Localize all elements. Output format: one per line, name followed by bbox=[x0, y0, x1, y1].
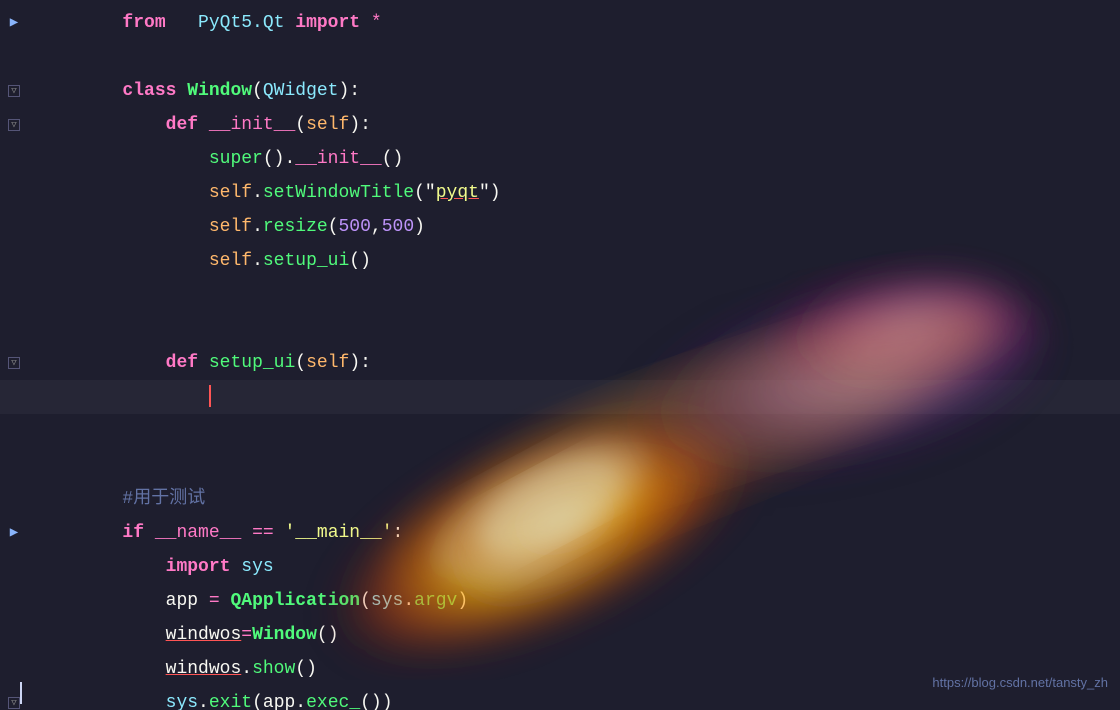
sys-ref: sys bbox=[371, 591, 403, 611]
fold-gutter-1: ▶ bbox=[0, 6, 28, 40]
code-line-8: self.setup_ui() bbox=[0, 244, 1120, 278]
code-line-9 bbox=[0, 278, 1120, 312]
num-500-2: 500 bbox=[382, 217, 414, 237]
line-content-21: sys.exit(app.exec_()) bbox=[28, 652, 393, 710]
module-name: PyQt5.Qt bbox=[198, 13, 284, 33]
fold-icon-3[interactable]: ▽ bbox=[8, 85, 20, 97]
param-self-2: self bbox=[306, 353, 349, 373]
text-cursor bbox=[209, 385, 211, 407]
watermark: https://blog.csdn.net/tansty_zh bbox=[932, 666, 1108, 700]
code-line-12 bbox=[0, 380, 1120, 414]
fold-icon-11[interactable]: ▽ bbox=[8, 357, 20, 369]
fold-gutter-21: ▽ bbox=[0, 697, 28, 709]
app-ref: app bbox=[263, 693, 295, 710]
code-line-13 bbox=[0, 414, 1120, 448]
fold-icon-21[interactable]: ▽ bbox=[8, 697, 20, 709]
sys-exit-ref: sys bbox=[166, 693, 198, 710]
code-content: ▶ from PyQt5.Qt import * ▽ class Window(… bbox=[0, 0, 1120, 710]
fold-gutter-16: ▶ bbox=[0, 516, 28, 550]
line-content-13 bbox=[28, 414, 47, 448]
method-exec: exec_ bbox=[306, 693, 360, 710]
import-star: * bbox=[371, 13, 382, 33]
code-line-1: ▶ from PyQt5.Qt import * bbox=[0, 6, 1120, 40]
keyword-import: import bbox=[295, 13, 360, 33]
fold-gutter-3: ▽ bbox=[0, 85, 28, 97]
fold-icon-4[interactable]: ▽ bbox=[8, 119, 20, 131]
bottom-cursor bbox=[20, 682, 22, 704]
self-ref-3: self bbox=[209, 251, 252, 271]
method-setup-ui-call: setup_ui bbox=[263, 251, 349, 271]
method-setup-ui-def: setup_ui bbox=[209, 353, 295, 373]
method-exit: exit bbox=[209, 693, 252, 710]
line-content-9 bbox=[28, 278, 47, 312]
fold-gutter-11: ▽ bbox=[0, 357, 28, 369]
fold-gutter-4: ▽ bbox=[0, 119, 28, 131]
string-pyqt: pyqt bbox=[436, 183, 479, 203]
sys-argv: argv bbox=[414, 591, 457, 611]
code-editor[interactable]: ▶ from PyQt5.Qt import * ▽ class Window(… bbox=[0, 0, 1120, 710]
string-main: '__main__' bbox=[285, 523, 393, 543]
keyword-from: from bbox=[122, 13, 165, 33]
